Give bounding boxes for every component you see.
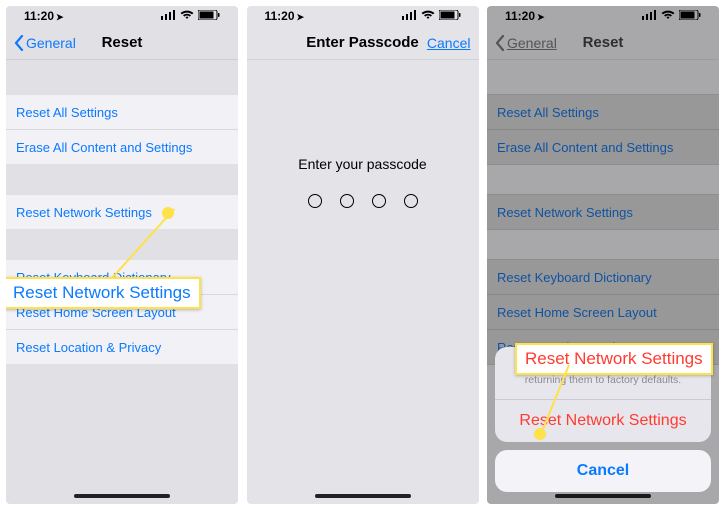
- passcode-dot[interactable]: [340, 194, 354, 208]
- nav-title: Reset: [102, 34, 143, 51]
- passcode-dot[interactable]: [372, 194, 386, 208]
- passcode-dot[interactable]: [308, 194, 322, 208]
- location-icon: ➤: [297, 12, 305, 22]
- location-icon: ➤: [56, 12, 64, 22]
- wifi-icon: [180, 9, 194, 23]
- status-time: 11:20: [24, 9, 54, 23]
- cell-reset-network-settings[interactable]: Reset Network Settings: [6, 194, 238, 230]
- reset-group-1: Reset All Settings Erase All Content and…: [6, 94, 238, 165]
- nav-cancel-button[interactable]: Cancel: [427, 26, 471, 60]
- nav-back-label: General: [26, 35, 76, 51]
- cell-reset-location-privacy[interactable]: Reset Location & Privacy: [6, 329, 238, 365]
- cell-label: Erase All Content and Settings: [16, 140, 192, 155]
- status-time: 11:20: [265, 9, 295, 23]
- screen-reset-action-sheet: 11:20➤ General Reset Reset All Settings …: [487, 6, 719, 504]
- cell-label: Reset Location & Privacy: [16, 340, 161, 355]
- reset-group-3: Reset Keyboard Dictionary Reset Home Scr…: [6, 259, 238, 365]
- passcode-dot[interactable]: [404, 194, 418, 208]
- wifi-icon: [421, 9, 435, 23]
- callout-pointer-dot: [534, 428, 546, 440]
- nav-back-button[interactable]: General: [10, 26, 80, 60]
- signal-icon: [161, 9, 176, 23]
- chevron-left-icon: [14, 35, 24, 51]
- status-bar: 11:20➤: [247, 6, 479, 26]
- battery-icon: [439, 9, 461, 23]
- screen-enter-passcode: 11:20➤ Enter Passcode Cancel Enter your …: [247, 6, 479, 504]
- status-bar: 11:20➤: [6, 6, 238, 26]
- passcode-prompt: Enter your passcode: [247, 156, 479, 172]
- callout-reset-network-settings: Reset Network Settings: [515, 343, 713, 375]
- nav-bar: Enter Passcode Cancel: [247, 26, 479, 60]
- screen-reset-settings: 11:20➤ General Reset Reset All Settings …: [6, 6, 238, 504]
- battery-icon: [198, 9, 220, 23]
- action-sheet-cancel-button[interactable]: Cancel: [495, 450, 711, 492]
- home-indicator[interactable]: [555, 494, 651, 498]
- action-sheet-destructive-button[interactable]: Reset Network Settings: [495, 400, 711, 442]
- cell-label: Reset All Settings: [16, 105, 118, 120]
- home-indicator[interactable]: [315, 494, 411, 498]
- nav-bar: General Reset: [6, 26, 238, 60]
- passcode-panel: Enter your passcode: [247, 156, 479, 208]
- cell-reset-all-settings[interactable]: Reset All Settings: [6, 94, 238, 130]
- nav-cancel-label: Cancel: [427, 35, 471, 51]
- reset-group-2: Reset Network Settings: [6, 194, 238, 230]
- signal-icon: [402, 9, 417, 23]
- cell-erase-all-content[interactable]: Erase All Content and Settings: [6, 129, 238, 165]
- passcode-dots: [247, 194, 479, 208]
- home-indicator[interactable]: [74, 494, 170, 498]
- nav-title: Enter Passcode: [306, 34, 419, 51]
- callout-reset-network-settings: Reset Network Settings: [6, 277, 201, 309]
- cell-label: Reset Network Settings: [16, 205, 152, 220]
